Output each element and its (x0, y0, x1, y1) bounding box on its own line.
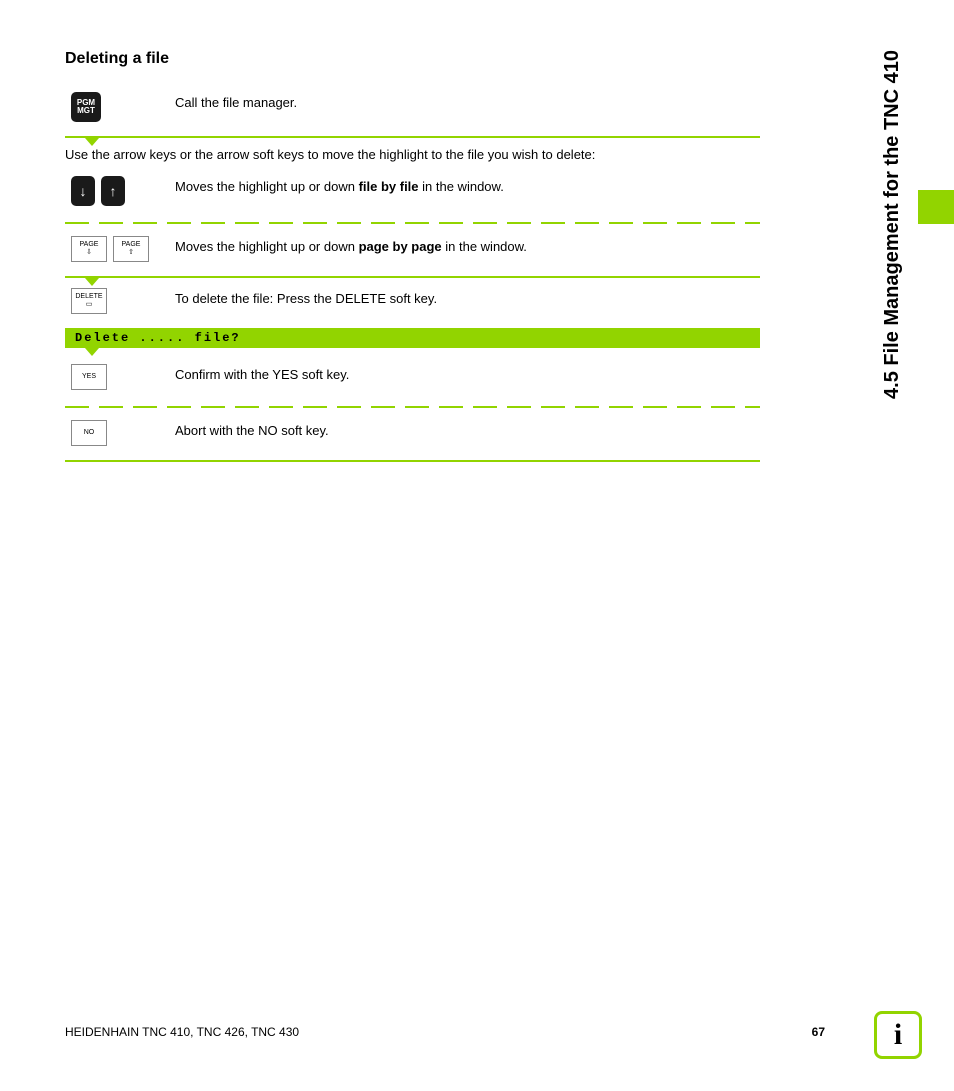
footer-left: HEIDENHAIN TNC 410, TNC 426, TNC 430 (65, 1025, 299, 1039)
step-yes: YES Confirm with the YES soft key. (65, 358, 760, 400)
separator-arrow (65, 276, 760, 278)
step-page-by-page: PAGE ⇩ PAGE ⇧ Moves the highlight up or … (65, 230, 760, 272)
page-number: 67 (812, 1025, 825, 1039)
side-tab (918, 190, 954, 224)
text: Moves the highlight up or down (175, 239, 359, 254)
key-label-top: PAGE (122, 241, 141, 249)
text-bold: page by page (359, 239, 442, 254)
no-softkey: NO (71, 420, 107, 446)
step-description: Abort with the NO soft key. (175, 420, 760, 440)
text-bold: file by file (359, 179, 419, 194)
separator-dashed (65, 222, 760, 224)
side-section-title: 4.5 File Management for the TNC 410 (881, 50, 904, 399)
key-group: YES (65, 364, 175, 390)
key-label-top: PAGE (80, 241, 99, 249)
intro-text: Use the arrow keys or the arrow soft key… (65, 146, 760, 164)
step-description: Moves the highlight up or down page by p… (175, 236, 760, 256)
key-group: PGM MGT (65, 92, 175, 122)
text: Moves the highlight up or down (175, 179, 359, 194)
pgm-mgt-key: PGM MGT (71, 92, 101, 122)
step-description: Call the file manager. (175, 92, 760, 112)
step-no: NO Abort with the NO soft key. (65, 414, 760, 456)
separator-arrow (65, 136, 760, 138)
key-group: DELETE ▭ (65, 288, 175, 314)
delete-softkey: DELETE ▭ (71, 288, 107, 314)
arrow-up-key: ↑ (101, 176, 125, 206)
info-icon: i (874, 1011, 922, 1059)
key-group: PAGE ⇩ PAGE ⇧ (65, 236, 175, 262)
arrow-down-key: ↓ (71, 176, 95, 206)
key-label: NO (84, 429, 95, 437)
text: in the window. (419, 179, 504, 194)
step-delete: DELETE ▭ To delete the file: Press the D… (65, 282, 760, 324)
step-call-file-manager: PGM MGT Call the file manager. (65, 86, 760, 132)
delete-icon: ▭ (86, 301, 93, 309)
page-content: Deleting a file PGM MGT Call the file ma… (0, 0, 830, 506)
key-label-line2: MGT (77, 107, 95, 115)
text: in the window. (442, 239, 527, 254)
step-file-by-file: ↓ ↑ Moves the highlight up or down file … (65, 170, 760, 216)
step-description: To delete the file: Press the DELETE sof… (175, 288, 760, 308)
down-arrow-icon: ⇩ (86, 249, 92, 257)
section-title: Deleting a file (65, 50, 760, 68)
separator-dashed (65, 406, 760, 408)
step-description: Confirm with the YES soft key. (175, 364, 760, 384)
separator-solid (65, 460, 760, 462)
page-footer: HEIDENHAIN TNC 410, TNC 426, TNC 430 67 (65, 1025, 825, 1039)
step-description: Moves the highlight up or down file by f… (175, 176, 760, 196)
key-label: YES (82, 373, 96, 381)
prompt-bar: Delete ..... file? (65, 328, 760, 348)
key-label-top: DELETE (75, 293, 102, 301)
page-down-softkey: PAGE ⇩ (71, 236, 107, 262)
yes-softkey: YES (71, 364, 107, 390)
key-group: ↓ ↑ (65, 176, 175, 206)
key-group: NO (65, 420, 175, 446)
up-arrow-icon: ⇧ (128, 249, 134, 257)
page-up-softkey: PAGE ⇧ (113, 236, 149, 262)
